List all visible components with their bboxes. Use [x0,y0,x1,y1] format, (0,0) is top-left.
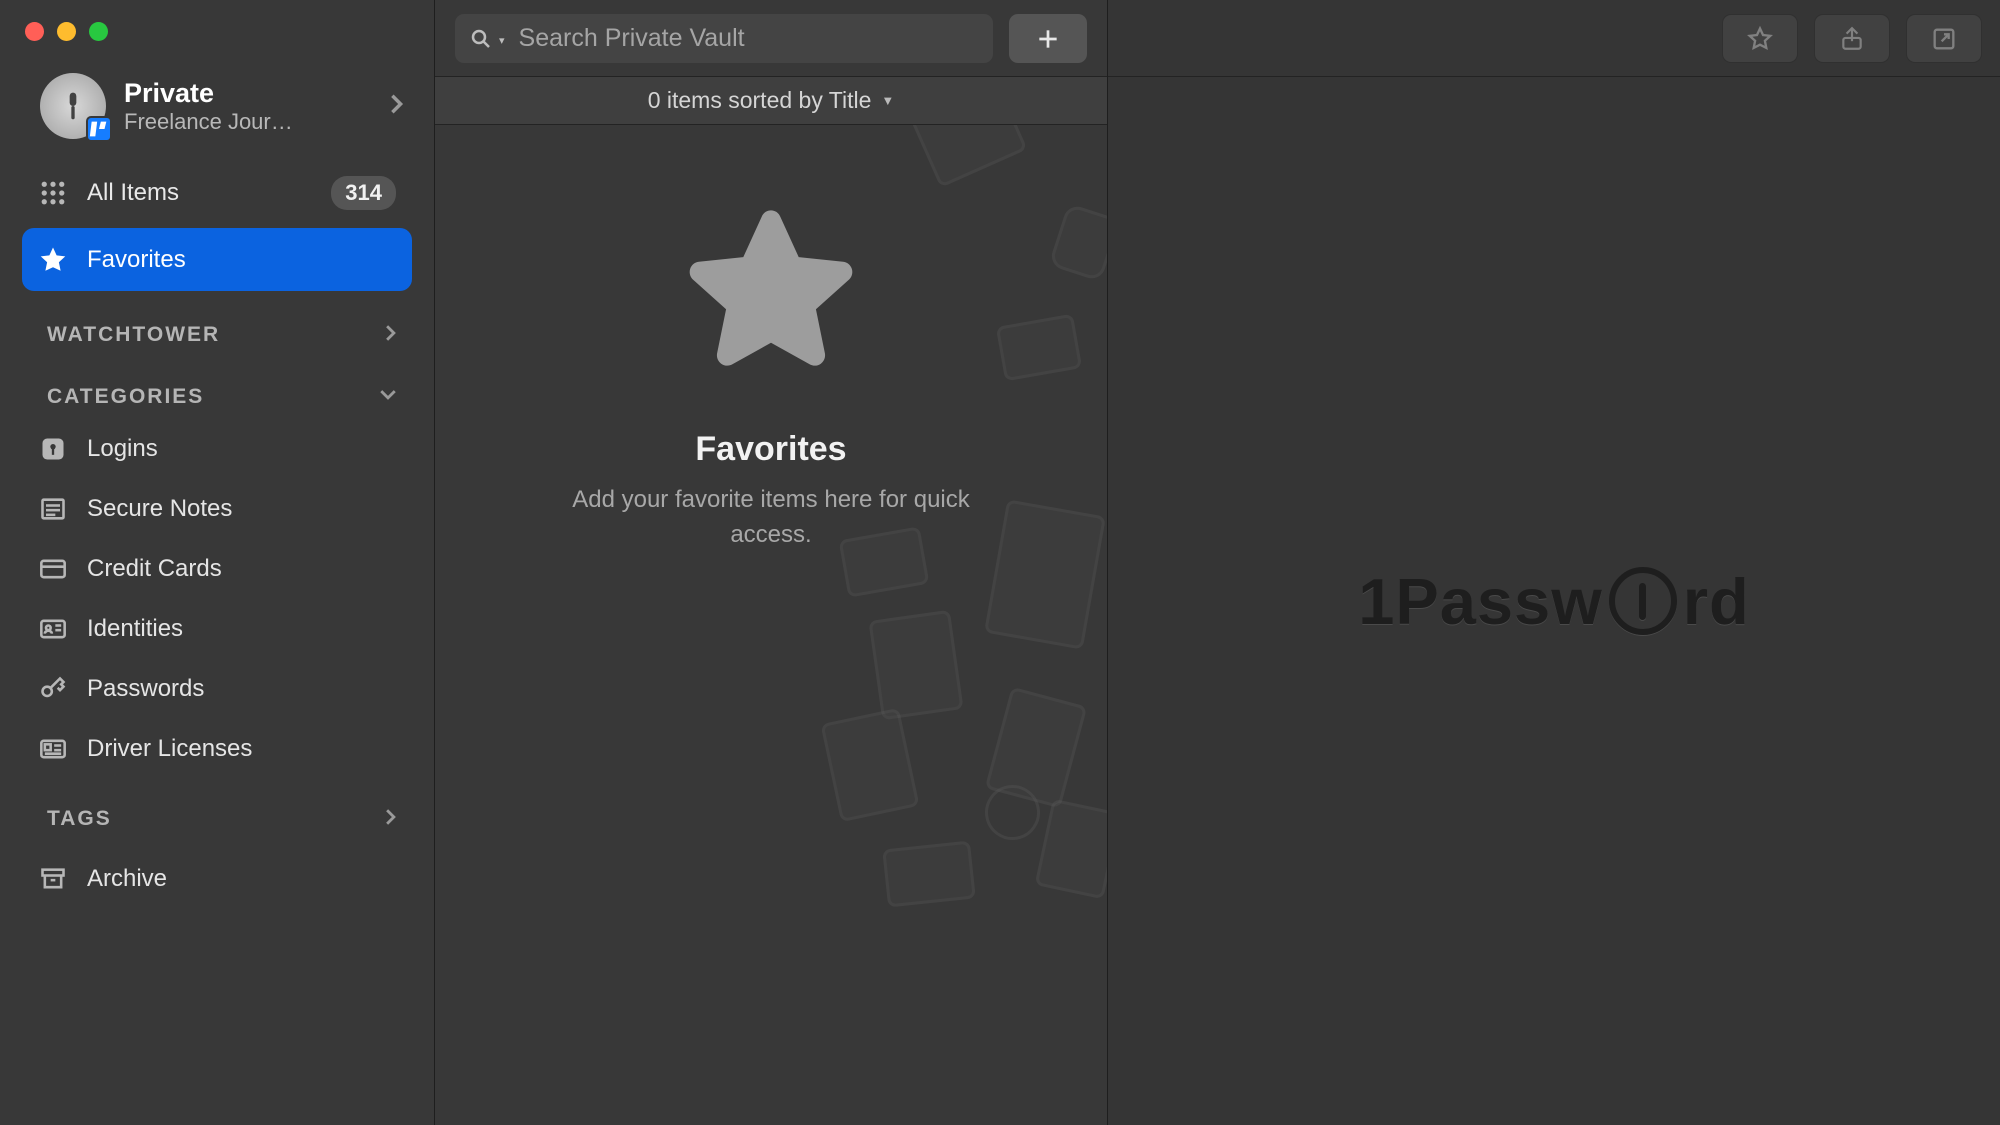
share-button[interactable] [1814,14,1890,63]
empty-state: Favorites Add your favorite items here f… [435,125,1107,553]
star-icon [37,244,69,276]
sort-bar[interactable]: 0 items sorted by Title ▼ [435,77,1107,125]
decorative-card-icon [1035,799,1107,900]
empty-subtitle: Add your favorite items here for quick a… [571,483,971,553]
category-logins[interactable]: Logins [22,419,412,479]
category-label: Passwords [87,675,204,703]
sidebar-item-all-items[interactable]: All Items 314 [22,161,412,224]
star-outline-icon [1746,25,1774,53]
category-secure-notes[interactable]: Secure Notes [22,479,412,539]
maximize-window-button[interactable] [89,22,108,41]
sidebar: Private Freelance Jour… All Items 314 Fa… [0,0,435,1125]
star-icon [667,190,875,390]
category-passwords[interactable]: Passwords [22,659,412,719]
chevron-right-icon [384,324,397,347]
decorative-card-icon [820,708,919,822]
category-identities[interactable]: Identities [22,599,412,659]
section-title: CATEGORIES [47,385,204,409]
chevron-right-icon [384,808,397,831]
category-label: Logins [87,435,158,463]
keyhole-icon [37,433,69,465]
item-list-pane: ▾ 0 items sorted by Title ▼ [435,0,1108,1125]
license-icon [37,733,69,765]
key-icon [37,673,69,705]
vault-name: Private [124,78,371,109]
favorite-button[interactable] [1722,14,1798,63]
credit-card-icon [37,553,69,585]
chevron-down-icon: ▼ [881,93,894,108]
brand-watermark: 1Passw rd [1108,77,2000,1125]
tag-label: Archive [87,865,167,893]
brand-text-1: 1Passw [1358,564,1603,639]
category-label: Identities [87,615,183,643]
category-label: Credit Cards [87,555,222,583]
section-categories[interactable]: CATEGORIES [22,357,412,419]
plus-icon [1035,26,1061,52]
sort-summary: 0 items sorted by Title [648,87,872,114]
detail-toolbar [1108,0,2000,77]
app-window: Private Freelance Jour… All Items 314 Fa… [0,0,2000,1125]
decorative-card-icon [882,841,976,908]
external-link-icon [1930,25,1958,53]
close-window-button[interactable] [25,22,44,41]
search-icon [469,27,493,51]
empty-title: Favorites [695,430,846,469]
minimize-window-button[interactable] [57,22,76,41]
new-item-button[interactable] [1009,14,1087,63]
account-badge-icon [86,116,112,142]
empty-list-area: Favorites Add your favorite items here f… [435,125,1107,1125]
brand-o-keyhole-icon [1609,567,1677,635]
category-credit-cards[interactable]: Credit Cards [22,539,412,599]
id-card-icon [37,613,69,645]
list-toolbar: ▾ [435,0,1107,77]
section-title: TAGS [47,807,112,831]
section-title: WATCHTOWER [47,323,220,347]
vault-avatar-icon [40,73,106,139]
archive-icon [37,863,69,895]
vault-info: Private Freelance Jour… [124,78,371,135]
window-controls [0,0,434,63]
sidebar-item-favorites[interactable]: Favorites [22,228,412,291]
grid-icon [37,177,69,209]
vault-switcher[interactable]: Private Freelance Jour… [0,63,434,161]
section-tags[interactable]: TAGS [22,779,412,841]
brand-logo: 1Passw rd [1358,564,1750,639]
share-icon [1839,25,1865,53]
category-label: Driver Licenses [87,735,252,763]
category-label: Secure Notes [87,495,232,523]
sidebar-item-label: Favorites [87,246,396,274]
open-external-button[interactable] [1906,14,1982,63]
brand-text-2: rd [1683,564,1750,639]
search-field[interactable]: ▾ [455,14,993,63]
section-watchtower[interactable]: WATCHTOWER [22,295,412,357]
tag-archive[interactable]: Archive [22,849,412,909]
search-scope-caret-icon: ▾ [499,34,505,47]
sidebar-item-label: All Items [87,179,313,207]
chevron-right-icon [389,93,404,120]
decorative-card-icon [868,610,963,720]
category-driver-licenses[interactable]: Driver Licenses [22,719,412,779]
sidebar-scroll: All Items 314 Favorites WATCHTOWER CATEG… [0,161,434,1125]
detail-pane: 1Passw rd [1108,0,2000,1125]
vault-subtitle: Freelance Jour… [124,109,316,135]
search-input[interactable] [519,24,979,53]
note-icon [37,493,69,525]
count-badge: 314 [331,176,396,210]
chevron-down-icon [379,388,397,406]
